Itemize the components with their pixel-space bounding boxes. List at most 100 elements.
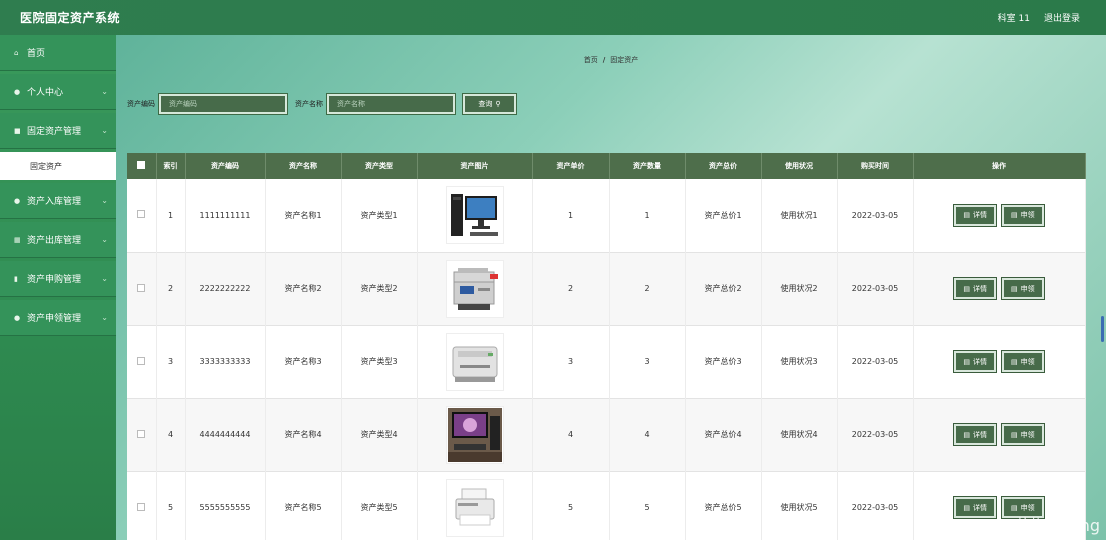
apply-button[interactable]: ▤ 申领 bbox=[1001, 203, 1045, 227]
document-icon: ▤ bbox=[1011, 503, 1018, 512]
asset-image[interactable] bbox=[445, 332, 504, 391]
sidebar-item[interactable]: ■ 固定资产管理 ⌄ bbox=[0, 113, 116, 149]
table-row: 3 3333333333 资产名称3 资产类型3 3 3 资产总价3 使用状况3 2022-03… bbox=[127, 325, 1086, 398]
sidebar-item[interactable]: ▮ 资产申购管理 ⌄ bbox=[0, 261, 116, 297]
cell-qty: 4 bbox=[609, 398, 686, 471]
detail-button[interactable]: ▤ 详情 bbox=[953, 277, 997, 300]
app-title: 医院固定资产系统 bbox=[20, 11, 121, 25]
actions-cell: ▤ 详情 ▤ 申领 bbox=[913, 179, 1086, 252]
column-header: 购买时间 bbox=[837, 153, 914, 179]
asset-image[interactable] bbox=[445, 478, 504, 537]
checkbox[interactable] bbox=[137, 161, 146, 169]
cell-date: 2022-03-05 bbox=[837, 398, 914, 471]
grid-icon: ▦ bbox=[14, 235, 21, 244]
cell-index: 2 bbox=[156, 252, 186, 325]
sidebar-item-label: 资产申购管理 bbox=[27, 275, 82, 285]
detail-button-label: 详情 bbox=[973, 211, 987, 220]
row-checkbox[interactable] bbox=[137, 210, 146, 219]
home-icon: ⌂ bbox=[14, 48, 19, 57]
actions-cell: ▤ 详情 ▤ 申领 bbox=[913, 398, 1086, 471]
table-header-row: 索引 资产编码 资产名称 资产类型 资产图片 资产单价 资产数量 资产总价 使用状况 购买时间 操作 bbox=[127, 153, 1086, 179]
sidebar-subitem-fixed-assets[interactable]: 固定资产 bbox=[0, 152, 116, 180]
asset-image[interactable] bbox=[445, 259, 504, 318]
chevron-down-icon: ⌄ bbox=[101, 126, 108, 135]
asset-image-cell bbox=[417, 179, 533, 252]
row-select-cell[interactable] bbox=[127, 252, 157, 325]
sidebar-item[interactable]: ⌂ 首页 bbox=[0, 35, 116, 71]
row-select-cell[interactable] bbox=[127, 471, 157, 540]
row-checkbox[interactable] bbox=[137, 356, 146, 365]
asset-name-input[interactable] bbox=[326, 93, 456, 115]
column-header: 资产类型 bbox=[341, 153, 418, 179]
cell-index: 1 bbox=[156, 179, 186, 252]
cell-status: 使用状况5 bbox=[761, 471, 838, 540]
sidebar-item[interactable]: ● 资产申领管理 ⌄ bbox=[0, 300, 116, 336]
sidebar-item[interactable]: ▦ 资产出库管理 ⌄ bbox=[0, 222, 116, 258]
cell-qty: 1 bbox=[609, 179, 686, 252]
chevron-down-icon: ⌄ bbox=[101, 274, 108, 283]
column-header: 资产数量 bbox=[609, 153, 686, 179]
detail-button[interactable]: ▤ 详情 bbox=[953, 423, 997, 446]
cell-date: 2022-03-05 bbox=[837, 471, 914, 540]
document-icon: ▤ bbox=[1011, 430, 1018, 439]
cell-index: 3 bbox=[156, 325, 186, 398]
detail-button[interactable]: ▤ 详情 bbox=[953, 350, 997, 373]
column-header: 索引 bbox=[156, 153, 186, 179]
chevron-down-icon: ⌄ bbox=[101, 87, 108, 96]
cell-status: 使用状况1 bbox=[761, 179, 838, 252]
cell-price: 4 bbox=[532, 398, 610, 471]
document-icon: ▤ bbox=[963, 430, 970, 439]
row-select-cell[interactable] bbox=[127, 398, 157, 471]
cell-qty: 5 bbox=[609, 471, 686, 540]
cell-price: 1 bbox=[532, 179, 610, 252]
document-icon: ▤ bbox=[963, 284, 970, 293]
chevron-down-icon: ⌄ bbox=[101, 313, 108, 322]
sidebar-item-label: 资产申领管理 bbox=[27, 314, 82, 324]
row-checkbox[interactable] bbox=[137, 502, 146, 511]
chevron-down-icon: ⌄ bbox=[101, 196, 108, 205]
name-label: 资产名称 bbox=[295, 100, 323, 108]
cell-qty: 3 bbox=[609, 325, 686, 398]
search-button[interactable]: 查询 ⚲ bbox=[462, 93, 517, 115]
sidebar-item-label: 固定资产管理 bbox=[27, 127, 82, 137]
asset-image[interactable] bbox=[445, 186, 504, 245]
row-checkbox[interactable] bbox=[137, 429, 146, 438]
user-icon: ● bbox=[14, 87, 21, 96]
document-icon: ▤ bbox=[1011, 357, 1018, 366]
asset-image-cell bbox=[417, 252, 533, 325]
row-checkbox[interactable] bbox=[137, 283, 146, 292]
sidebar-item[interactable]: ● 个人中心 ⌄ bbox=[0, 74, 116, 110]
watermark: CSDN @花椒coding bbox=[947, 516, 1100, 535]
cell-total: 资产总价2 bbox=[685, 252, 762, 325]
column-header: 使用状况 bbox=[761, 153, 838, 179]
cell-name: 资产名称5 bbox=[265, 471, 342, 540]
asset-image[interactable] bbox=[445, 405, 504, 464]
asset-image-cell bbox=[417, 471, 533, 540]
code-label: 资产编码 bbox=[127, 100, 155, 108]
cell-type: 资产类型5 bbox=[341, 471, 418, 540]
cell-date: 2022-03-05 bbox=[837, 252, 914, 325]
breadcrumb-home[interactable]: 首页 bbox=[584, 56, 598, 64]
current-user[interactable]: 科室 11 bbox=[998, 11, 1030, 24]
logout-link[interactable]: 退出登录 bbox=[1044, 11, 1080, 24]
cell-name: 资产名称1 bbox=[265, 179, 342, 252]
column-header: 资产图片 bbox=[417, 153, 533, 179]
sidebar: ⌂ 首页 ● 个人中心 ⌄ ■ 固定资产管理 ⌄ 固定资产 ● 资产入库管理 ⌄ ▦ 资产出库管理 ⌄ ▮ 资产… bbox=[0, 35, 116, 540]
column-header: 资产总价 bbox=[685, 153, 762, 179]
detail-button-label: 详情 bbox=[973, 357, 987, 366]
apply-button[interactable]: ▤ 申领 bbox=[1001, 277, 1045, 300]
table-row: 4 4444444444 资产名称4 资产类型4 4 4 资产总价4 使用状况4 2022-03… bbox=[127, 398, 1086, 471]
page-scrollbar[interactable] bbox=[1101, 316, 1104, 342]
row-select-cell[interactable] bbox=[127, 179, 157, 252]
trash-icon: ▮ bbox=[14, 274, 18, 283]
sidebar-item[interactable]: ● 资产入库管理 ⌄ bbox=[0, 183, 116, 219]
apply-button-label: 申领 bbox=[1020, 430, 1035, 439]
user-icon: ● bbox=[14, 196, 21, 205]
apply-button[interactable]: ▤ 申领 bbox=[1001, 350, 1045, 373]
detail-button[interactable]: ▤ 详情 bbox=[953, 203, 997, 227]
asset-code-input[interactable] bbox=[158, 93, 288, 115]
cell-type: 资产类型1 bbox=[341, 179, 418, 252]
select-all-checkbox[interactable] bbox=[127, 153, 157, 179]
apply-button[interactable]: ▤ 申领 bbox=[1001, 423, 1045, 446]
row-select-cell[interactable] bbox=[127, 325, 157, 398]
